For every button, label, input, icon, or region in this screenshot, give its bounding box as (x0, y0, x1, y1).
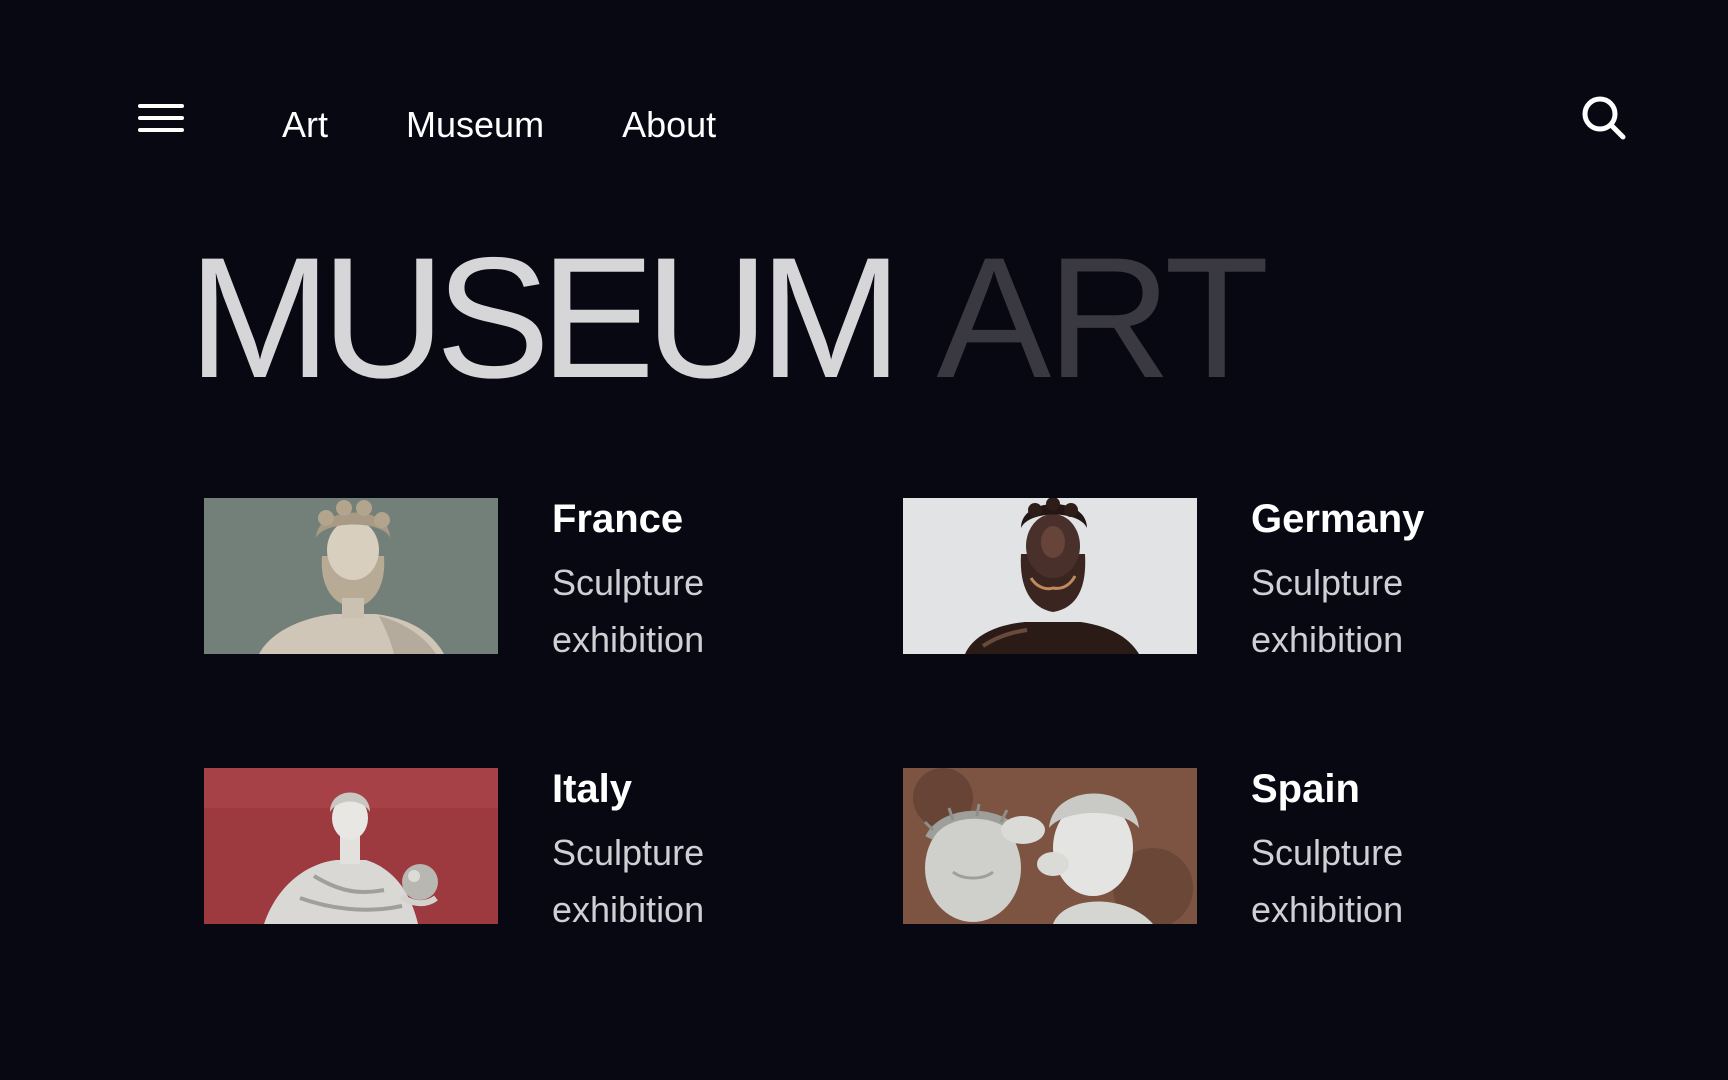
italy-sculpture-image[interactable] (204, 768, 498, 924)
hero-word-art: ART (936, 222, 1269, 414)
card-subtitle: Sculpture exhibition (552, 824, 792, 938)
card-title[interactable]: France (552, 492, 683, 546)
page: Art Museum About MUSEUM ART France Sculp… (0, 0, 1728, 1080)
spain-sculpture-image[interactable] (903, 768, 1197, 924)
france-sculpture-image[interactable] (204, 498, 498, 654)
card-title[interactable]: Italy (552, 762, 632, 816)
card-subtitle-line: Sculpture (1251, 562, 1404, 603)
hamburger-menu-icon[interactable] (138, 102, 186, 138)
card-subtitle-line: Sculpture (1251, 832, 1404, 873)
nav-link-museum[interactable]: Museum (406, 100, 544, 150)
hero-title: MUSEUM ART (188, 228, 1269, 408)
card-subtitle: Sculpture exhibition (552, 554, 792, 668)
menu-line (138, 128, 184, 132)
nav-link-art[interactable]: Art (282, 100, 328, 150)
main-nav: Art Museum About (282, 100, 716, 150)
exhibition-card-france[interactable]: France Sculpture exhibition (204, 497, 764, 660)
search-icon[interactable] (1580, 94, 1628, 142)
card-subtitle-line: Sculpture (552, 562, 705, 603)
nav-link-about[interactable]: About (622, 100, 716, 150)
card-subtitle-line: exhibition (1251, 619, 1404, 660)
exhibition-card-italy[interactable]: Italy Sculpture exhibition (204, 767, 764, 930)
card-subtitle: Sculpture exhibition (1251, 824, 1491, 938)
card-subtitle: Sculpture exhibition (1251, 554, 1491, 668)
card-subtitle-line: exhibition (1251, 889, 1404, 930)
card-title[interactable]: Germany (1251, 492, 1424, 546)
card-subtitle-line: exhibition (552, 619, 705, 660)
card-subtitle-line: exhibition (552, 889, 705, 930)
germany-sculpture-image[interactable] (903, 498, 1197, 654)
exhibition-card-spain[interactable]: Spain Sculpture exhibition (903, 767, 1463, 930)
hero-word-museum: MUSEUM (188, 222, 902, 414)
menu-line (138, 104, 184, 108)
menu-line (138, 116, 184, 120)
card-title[interactable]: Spain (1251, 762, 1360, 816)
exhibition-card-germany[interactable]: Germany Sculpture exhibition (903, 497, 1463, 660)
card-subtitle-line: Sculpture (552, 832, 705, 873)
